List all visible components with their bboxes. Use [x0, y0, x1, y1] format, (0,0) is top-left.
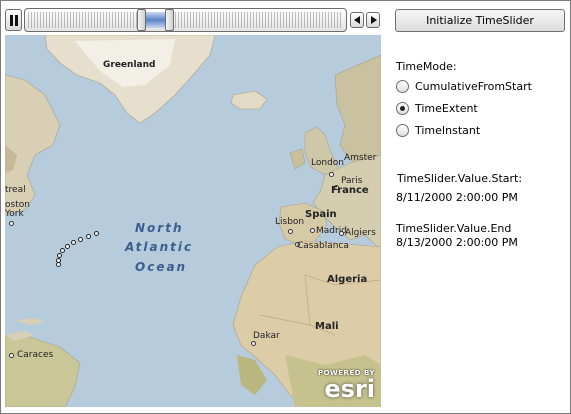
label-ocean-north: North	[135, 221, 184, 235]
label-mali: Mali	[315, 321, 339, 332]
track-point[interactable]	[56, 262, 61, 267]
city-lisbon	[288, 229, 293, 234]
radio-label: TimeExtent	[415, 101, 478, 115]
time-slider[interactable]	[5, 8, 382, 32]
timemode-label: TimeMode:	[396, 60, 457, 73]
end-value-label: TimeSlider.Value.End	[396, 222, 512, 235]
basemap	[5, 35, 381, 407]
time-slider-ticks	[28, 12, 343, 28]
label-ocean-atlantic: Atlantic	[125, 240, 194, 254]
label-montreal: treal	[5, 185, 26, 195]
label-lisbon: Lisbon	[275, 217, 305, 227]
label-casablanca: Casablanca	[297, 241, 349, 251]
map-view[interactable]: Greenland North Atlantic Ocean treal ost…	[5, 35, 381, 407]
radio-button[interactable]	[396, 123, 409, 137]
label-amsterdam: Amster	[344, 153, 377, 163]
city-algiers	[339, 231, 344, 236]
step-back-icon	[354, 16, 360, 24]
track-point[interactable]	[65, 244, 70, 249]
city-newyork	[9, 221, 14, 226]
start-value-label: TimeSlider.Value.Start:	[397, 172, 523, 185]
pause-icon-bar	[15, 15, 18, 26]
radio-cumulative-from-start[interactable]: CumulativeFromStart	[396, 78, 532, 94]
track-point[interactable]	[71, 240, 76, 245]
track-point[interactable]	[94, 231, 99, 236]
previous-button[interactable]	[350, 12, 364, 28]
radio-button-selected[interactable]	[396, 101, 409, 115]
initialize-timeslider-button[interactable]: Initialize TimeSlider	[395, 9, 565, 32]
end-value: 8/13/2000 2:00:00 PM	[396, 236, 518, 249]
radio-label: TimeInstant	[415, 123, 481, 137]
radio-label: CumulativeFromStart	[415, 79, 532, 93]
label-london: London	[311, 158, 344, 168]
step-forward-icon	[371, 16, 377, 24]
time-extent-range[interactable]	[146, 12, 166, 28]
track-point[interactable]	[86, 234, 91, 239]
play-pause-button[interactable]	[5, 9, 22, 31]
label-algiers: Algiers	[345, 228, 376, 238]
city-london	[329, 172, 334, 177]
track-point[interactable]	[78, 237, 83, 242]
city-madrid	[310, 228, 315, 233]
label-spain: Spain	[305, 209, 337, 220]
label-ocean-ocean: Ocean	[135, 260, 188, 274]
track-point[interactable]	[60, 248, 65, 253]
city-dakar	[251, 341, 256, 346]
city-caracas	[9, 353, 14, 358]
label-dakar: Dakar	[253, 331, 280, 341]
label-algeria: Algeria	[327, 274, 368, 285]
label-newyork: York	[5, 209, 24, 219]
start-value: 8/11/2000 2:00:00 PM	[396, 191, 518, 204]
esri-attribution[interactable]: POWERED BY esri	[318, 369, 375, 401]
label-france: France	[331, 185, 369, 196]
radio-time-instant[interactable]: TimeInstant	[396, 122, 480, 138]
esri-logo: esri	[324, 375, 375, 403]
label-greenland: Greenland	[103, 60, 156, 70]
radio-time-extent[interactable]: TimeExtent	[396, 100, 478, 116]
radio-button[interactable]	[396, 79, 409, 93]
next-button[interactable]	[366, 12, 380, 28]
time-slider-track[interactable]	[24, 8, 347, 32]
start-thumb[interactable]	[137, 9, 146, 31]
end-thumb[interactable]	[165, 9, 174, 31]
pause-icon	[10, 15, 13, 26]
label-caracas: Caraces	[17, 350, 54, 360]
